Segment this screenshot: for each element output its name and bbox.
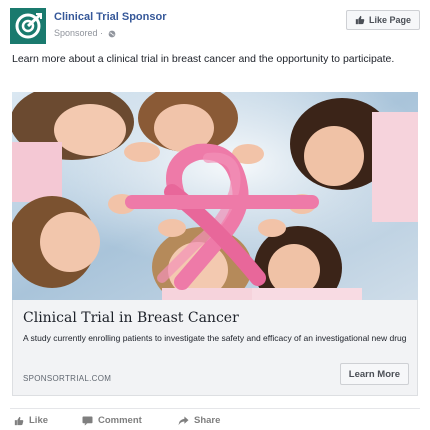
breast-cancer-ribbon-photo	[12, 92, 418, 300]
learn-more-button[interactable]: Learn More	[339, 363, 409, 385]
share-icon	[178, 415, 189, 425]
card-domain: SPONSORTRIAL.COM	[23, 374, 112, 383]
thumbs-up-icon	[355, 15, 365, 25]
like-page-label: Like Page	[368, 15, 411, 25]
card-title[interactable]: Clinical Trial in Breast Cancer	[23, 310, 239, 326]
hero-image[interactable]	[12, 92, 418, 300]
comment-icon	[82, 415, 93, 426]
globe-icon	[108, 30, 115, 37]
sponsor-name-link[interactable]: Clinical Trial Sponsor	[54, 11, 166, 23]
comment-label: Comment	[98, 415, 142, 426]
like-label: Like	[29, 415, 49, 426]
sponsored-label: Sponsored ·	[54, 28, 116, 38]
comment-button[interactable]: Comment	[82, 415, 142, 426]
like-button[interactable]: Like	[14, 415, 48, 426]
like-page-button[interactable]: Like Page	[345, 10, 420, 30]
post-text: Learn more about a clinical trial in bre…	[12, 53, 395, 65]
link-card[interactable]: Clinical Trial in Breast Cancer A study …	[12, 300, 418, 396]
post-header: Clinical Trial Sponsor Sponsored · Like …	[10, 8, 420, 48]
share-button[interactable]: Share	[178, 415, 220, 426]
share-label: Share	[194, 415, 221, 426]
thumbs-up-icon	[14, 416, 24, 425]
card-description: A study currently enrolling patients to …	[23, 333, 407, 343]
sponsored-text: Sponsored ·	[54, 28, 106, 38]
post-actions: Like Comment Share	[10, 408, 420, 428]
sponsor-logo[interactable]	[10, 8, 46, 44]
sponsored-post: Clinical Trial Sponsor Sponsored · Like …	[0, 0, 430, 430]
target-logo-icon	[15, 13, 42, 39]
